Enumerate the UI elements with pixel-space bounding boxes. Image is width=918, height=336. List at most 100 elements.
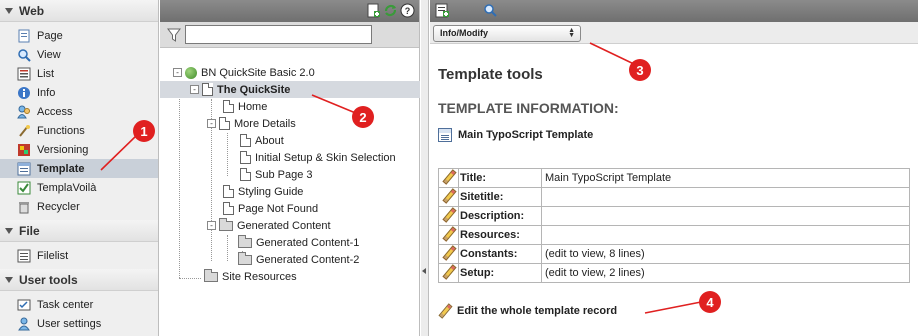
module-group-title: Web (19, 3, 45, 18)
tree-node-page-not-found[interactable]: Page Not Found (160, 200, 420, 217)
property-value (541, 225, 910, 245)
module-item-label: Page (37, 29, 63, 42)
table-row: Title: Main TypoScript Template (438, 168, 910, 188)
tree-node-label: The QuickSite (217, 83, 291, 96)
property-key: Sitetitle: (458, 187, 542, 207)
module-item-user-settings[interactable]: User settings (0, 314, 158, 333)
new-page-icon[interactable] (366, 3, 381, 18)
module-item-filelist[interactable]: Filelist (0, 246, 158, 265)
folder-icon (238, 234, 252, 248)
edit-whole-template-link[interactable]: Edit the whole template record (438, 304, 617, 317)
collapse-triangle-icon (5, 7, 13, 14)
tree-node-root[interactable]: - BN QuickSite Basic 2.0 (160, 64, 420, 81)
refresh-icon[interactable] (383, 3, 398, 18)
tree-node-sub-page-3[interactable]: Sub Page 3 (160, 166, 420, 183)
module-item-recycler[interactable]: Recycler (0, 197, 158, 216)
tree-node-label: Styling Guide (238, 185, 304, 198)
module-item-task-center[interactable]: Task center (0, 295, 158, 314)
module-group-web[interactable]: Web (0, 0, 158, 22)
edit-pencil-icon[interactable] (442, 170, 455, 183)
tree-node-generated-content[interactable]: - Generated Content (160, 217, 420, 234)
tree-node-home[interactable]: Home (160, 98, 420, 115)
page-title: Template tools (438, 66, 543, 83)
filelist-icon (17, 249, 31, 263)
tree-node-label: Generated Content (237, 219, 331, 232)
template-properties-table: Title: Main TypoScript Template Sitetitle… (438, 168, 910, 283)
new-record-icon[interactable] (435, 3, 450, 18)
collapse-toggle-icon[interactable]: - (207, 119, 216, 128)
template-record-link[interactable]: Main TypoScript Template (438, 128, 593, 142)
module-item-versioning[interactable]: Versioning (0, 140, 158, 159)
tree-node-more-details[interactable]: - More Details (160, 115, 420, 132)
page-icon (223, 185, 234, 198)
module-item-label: TemplaVoilà (37, 181, 97, 194)
recycler-icon (17, 200, 31, 214)
module-item-label: Functions (37, 124, 85, 137)
collapse-triangle-icon (5, 227, 13, 234)
svg-text:?: ? (405, 6, 411, 16)
access-icon (17, 105, 31, 119)
property-key: Constants: (458, 244, 542, 264)
templavoila-icon (17, 181, 31, 195)
module-item-label: List (37, 67, 55, 80)
tree-node-label: About (255, 134, 284, 147)
page-icon (240, 134, 251, 147)
module-group-user-tools[interactable]: User tools (0, 269, 158, 291)
content-pane: Info/Modify ▲ ▼ Template tools TEMPLATE IN… (430, 0, 918, 336)
tree-node-generated-content-1[interactable]: Generated Content-1 (160, 234, 420, 251)
module-item-list[interactable]: List (0, 64, 158, 83)
page-icon (223, 100, 234, 113)
edit-pencil-icon[interactable] (442, 208, 455, 221)
edit-pencil-icon[interactable] (442, 246, 455, 259)
collapse-toggle-icon[interactable]: - (190, 85, 199, 94)
help-icon[interactable]: ? (400, 3, 415, 18)
content-toolbar (430, 0, 918, 22)
tree-node-label: Generated Content-2 (256, 253, 360, 266)
page-icon (202, 83, 213, 96)
tree-node-label: Home (238, 100, 268, 113)
tree-node-label: Sub Page 3 (255, 168, 313, 181)
table-row: Description: (438, 206, 910, 226)
page-icon (219, 117, 230, 130)
module-menu: Web Page View List Info Access Functions… (0, 0, 159, 336)
callout-4: 4 (699, 291, 721, 313)
tree-node-the-quicksite[interactable]: - The QuickSite (160, 81, 420, 98)
page-tree-filter-input[interactable] (185, 25, 372, 44)
collapse-toggle-icon[interactable]: - (207, 221, 216, 230)
module-item-page[interactable]: Page (0, 26, 158, 45)
view-page-icon[interactable] (483, 3, 498, 18)
module-item-access[interactable]: Access (0, 102, 158, 121)
template-record-icon (438, 128, 452, 142)
edit-pencil-icon[interactable] (442, 265, 455, 278)
module-item-info[interactable]: Info (0, 83, 158, 102)
filter-funnel-icon[interactable] (167, 27, 181, 42)
tree-collapse-handle[interactable] (421, 0, 429, 336)
module-item-view[interactable]: View (0, 45, 158, 64)
module-item-template[interactable]: Template (0, 159, 158, 178)
folder-icon (219, 217, 233, 231)
edit-pencil-icon[interactable] (442, 227, 455, 240)
tree-node-styling-guide[interactable]: Styling Guide (160, 183, 420, 200)
collapse-toggle-icon[interactable]: - (173, 68, 182, 77)
page-tree-filter-bar (160, 22, 419, 48)
functions-icon (17, 124, 31, 138)
edit-pencil-icon[interactable] (442, 189, 455, 202)
template-record-label: Main TypoScript Template (458, 129, 594, 141)
folder-icon (204, 268, 218, 282)
site-root-globe-icon (185, 66, 197, 79)
callout-3: 3 (629, 59, 651, 81)
property-value (541, 187, 910, 207)
edit-whole-template-label: Edit the whole template record (457, 304, 618, 317)
tree-node-initial-setup[interactable]: Initial Setup & Skin Selection (160, 149, 420, 166)
table-row: Constants: (edit to view, 8 lines) (438, 244, 910, 264)
module-item-label: User settings (37, 317, 102, 330)
tree-node-generated-content-2[interactable]: Generated Content-2 (160, 251, 420, 268)
function-menu-select[interactable]: Info/Modify ▲ ▼ (433, 25, 581, 42)
tree-node-site-resources[interactable]: Site Resources (160, 268, 420, 285)
module-group-file[interactable]: File (0, 220, 158, 242)
view-icon (17, 48, 31, 62)
module-item-templavoila[interactable]: TemplaVoilà (0, 178, 158, 197)
property-key: Title: (458, 168, 542, 188)
module-item-label: Template (37, 162, 85, 175)
tree-node-about[interactable]: About (160, 132, 420, 149)
